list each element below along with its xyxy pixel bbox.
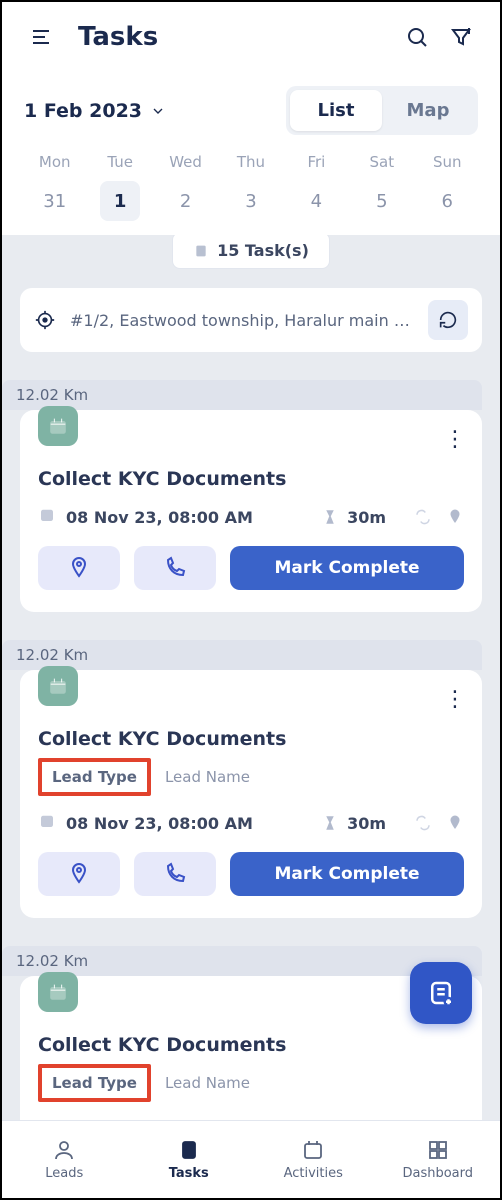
pin-icon bbox=[446, 508, 464, 526]
clipboard-icon bbox=[177, 1138, 201, 1162]
task-duration: 30m bbox=[347, 814, 386, 833]
reload-button[interactable] bbox=[428, 300, 468, 340]
view-list-tab[interactable]: List bbox=[290, 90, 382, 131]
dow: Thu bbox=[218, 153, 283, 171]
view-toggle: List Map bbox=[286, 86, 478, 135]
calendar-icon bbox=[38, 506, 56, 528]
repeat-icon bbox=[414, 508, 432, 526]
dow: Tue bbox=[87, 153, 152, 171]
meta-row: 08 Nov 23, 08:00 AM 30m bbox=[38, 506, 464, 528]
lead-row: Lead Type Lead Name bbox=[38, 758, 464, 796]
task-type-icon bbox=[38, 406, 78, 446]
meta-row: 08 Nov 23, 08:00 AM 30m bbox=[38, 1118, 464, 1120]
task-card[interactable]: ⋮ Collect KYC Documents 08 Nov 23, 08:00… bbox=[20, 410, 482, 612]
hourglass-icon bbox=[321, 814, 339, 832]
card-more-icon[interactable]: ⋮ bbox=[440, 684, 470, 714]
menu-icon[interactable] bbox=[24, 20, 58, 54]
filter-icon[interactable] bbox=[444, 20, 478, 54]
distance-badge: 12.02 Km bbox=[2, 380, 482, 410]
map-button[interactable] bbox=[38, 546, 120, 590]
create-task-fab[interactable] bbox=[410, 962, 472, 1024]
dow: Fri bbox=[284, 153, 349, 171]
chevron-down-icon bbox=[150, 103, 166, 119]
lead-row: Lead Type Lead Name bbox=[38, 1064, 464, 1102]
lead-name: Lead Name bbox=[165, 768, 250, 786]
bottom-nav: Leads Tasks Activities Dashboard bbox=[2, 1120, 500, 1198]
task-title: Collect KYC Documents bbox=[38, 468, 464, 490]
dow: Wed bbox=[153, 153, 218, 171]
day-31[interactable]: 31 bbox=[35, 181, 75, 221]
calendar-dow-row: Mon Tue Wed Thu Fri Sat Sun bbox=[2, 141, 500, 171]
dow: Mon bbox=[22, 153, 87, 171]
distance-badge: 12.02 Km bbox=[2, 640, 482, 670]
task-datetime: 08 Nov 23, 08:00 AM bbox=[66, 814, 253, 833]
day-5[interactable]: 5 bbox=[362, 181, 402, 221]
lead-name: Lead Name bbox=[165, 1074, 250, 1092]
task-title: Collect KYC Documents bbox=[38, 728, 464, 750]
task-count-text: 15 Task(s) bbox=[217, 241, 309, 260]
nav-label: Leads bbox=[45, 1166, 83, 1181]
task-duration: 30m bbox=[347, 1120, 386, 1121]
calendar-icon bbox=[38, 812, 56, 834]
day-3[interactable]: 3 bbox=[231, 181, 271, 221]
repeat-icon bbox=[414, 814, 432, 832]
mark-complete-button[interactable]: Mark Complete bbox=[230, 852, 464, 896]
day-2[interactable]: 2 bbox=[166, 181, 206, 221]
task-list[interactable]: 15 Task(s) #1/2, Eastwood township, Hara… bbox=[2, 235, 500, 1120]
date-label: 1 Feb 2023 bbox=[24, 100, 142, 122]
location-address: #1/2, Eastwood township, Haralur main ro… bbox=[70, 311, 414, 330]
day-4[interactable]: 4 bbox=[296, 181, 336, 221]
task-count-pill: 15 Task(s) bbox=[172, 235, 330, 269]
nav-activities[interactable]: Activities bbox=[251, 1121, 376, 1198]
meta-row: 08 Nov 23, 08:00 AM 30m bbox=[38, 812, 464, 834]
lead-type: Lead Type bbox=[38, 758, 151, 796]
mark-complete-button[interactable]: Mark Complete bbox=[230, 546, 464, 590]
nav-leads[interactable]: Leads bbox=[2, 1121, 127, 1198]
nav-dashboard[interactable]: Dashboard bbox=[376, 1121, 501, 1198]
person-icon bbox=[52, 1138, 76, 1162]
app-root: Tasks 1 Feb 2023 List Map Mon Tue Wed Th… bbox=[0, 0, 502, 1200]
location-bar: #1/2, Eastwood township, Haralur main ro… bbox=[20, 288, 482, 352]
day-6[interactable]: 6 bbox=[427, 181, 467, 221]
task-duration: 30m bbox=[347, 508, 386, 527]
grid-icon bbox=[426, 1138, 450, 1162]
calendar-nav-icon bbox=[301, 1138, 325, 1162]
top-bar: Tasks bbox=[2, 2, 500, 64]
reload-icon bbox=[437, 309, 459, 331]
nav-label: Dashboard bbox=[402, 1166, 473, 1181]
nav-tasks[interactable]: Tasks bbox=[127, 1121, 252, 1198]
page-title: Tasks bbox=[78, 22, 400, 52]
dow: Sat bbox=[349, 153, 414, 171]
search-icon[interactable] bbox=[400, 20, 434, 54]
call-button[interactable] bbox=[134, 546, 216, 590]
nav-label: Tasks bbox=[169, 1166, 209, 1181]
view-map-tab[interactable]: Map bbox=[382, 90, 474, 131]
task-card[interactable]: ⋮ Collect KYC Documents Lead Type Lead N… bbox=[20, 670, 482, 918]
dow: Sun bbox=[415, 153, 480, 171]
task-type-icon bbox=[38, 972, 78, 1012]
day-1[interactable]: 1 bbox=[100, 181, 140, 221]
hourglass-icon bbox=[321, 508, 339, 526]
calendar-icon bbox=[38, 1118, 56, 1120]
calendar-day-row: 31 1 2 3 4 5 6 bbox=[2, 171, 500, 235]
lead-type: Lead Type bbox=[38, 1064, 151, 1102]
note-add-icon bbox=[426, 978, 456, 1008]
task-datetime: 08 Nov 23, 08:00 AM bbox=[66, 1120, 253, 1121]
action-row: Mark Complete bbox=[38, 852, 464, 896]
call-button[interactable] bbox=[134, 852, 216, 896]
list-icon bbox=[193, 243, 209, 259]
date-row: 1 Feb 2023 List Map bbox=[2, 64, 500, 141]
pin-icon bbox=[446, 814, 464, 832]
target-icon[interactable] bbox=[34, 309, 56, 331]
nav-label: Activities bbox=[284, 1166, 343, 1181]
map-button[interactable] bbox=[38, 852, 120, 896]
date-picker[interactable]: 1 Feb 2023 bbox=[24, 100, 166, 122]
task-title: Collect KYC Documents bbox=[38, 1034, 464, 1056]
card-more-icon[interactable]: ⋮ bbox=[440, 424, 470, 454]
task-datetime: 08 Nov 23, 08:00 AM bbox=[66, 508, 253, 527]
task-type-icon bbox=[38, 666, 78, 706]
action-row: Mark Complete bbox=[38, 546, 464, 590]
